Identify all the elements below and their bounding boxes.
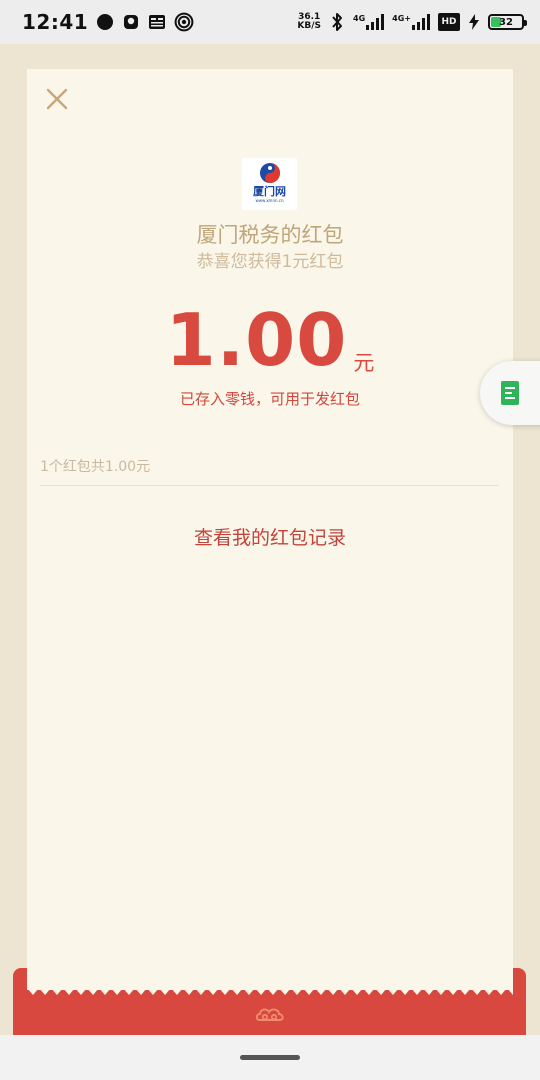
sender-name: 厦门税务的红包 (196, 223, 344, 247)
logo-url: www.xmnn.cn (255, 198, 284, 203)
signal-4g-plus: 4G+ (392, 14, 430, 30)
hd-icon: HD (438, 13, 460, 31)
amount-unit: 元 (353, 351, 375, 375)
amount-value: 1.00 (165, 298, 348, 382)
hd-label: HD (441, 17, 457, 27)
close-button[interactable] (43, 85, 71, 113)
battery-level: 32 (499, 16, 513, 28)
net-speed-unit: KB/S (297, 21, 322, 31)
signal-icon (412, 14, 430, 30)
status-right: 36.1 KB/S 4G 4G+ HD 32 (297, 12, 527, 32)
sender-avatar: 厦门网 www.xmnn.cn (242, 158, 297, 210)
red-envelope-bottom (13, 968, 526, 1035)
signal2-label: 4G+ (392, 14, 411, 23)
hotspot-icon (174, 12, 194, 32)
red-packet-card: 厦门网 www.xmnn.cn 厦门税务的红包 恭喜您获得1元红包 1.00 元… (27, 69, 513, 999)
battery-icon: 32 (488, 14, 527, 30)
signal-4g: 4G (353, 14, 385, 30)
envelope-teeth (27, 988, 513, 995)
view-records-link[interactable]: 查看我的红包记录 (27, 523, 513, 550)
deposit-note: 已存入零钱，可用于发红包 (179, 390, 360, 408)
home-gesture-handle[interactable] (240, 1055, 300, 1060)
signal1-label: 4G (353, 14, 366, 23)
status-left: 12:41 (22, 10, 194, 34)
circle-icon (97, 14, 114, 30)
status-time: 12:41 (22, 10, 89, 34)
document-icon (501, 381, 519, 405)
logo-emblem-icon (259, 163, 280, 183)
system-nav-bar (0, 1035, 540, 1080)
bluetooth-icon (332, 13, 343, 31)
amount-row: 1.00 元 (27, 299, 513, 381)
ghost-icon (124, 15, 139, 29)
net-speed: 36.1 KB/S (297, 13, 321, 31)
close-icon (46, 88, 68, 110)
envelope-flap (27, 968, 513, 990)
logo-text: 厦门网 (253, 185, 286, 198)
status-bar: 12:41 36.1 KB/S 4G 4G+ HD 32 (0, 0, 540, 44)
packet-summary: 1个红包共1.00元 (40, 456, 499, 486)
signal-icon (366, 14, 385, 30)
greeting-text: 恭喜您获得1元红包 (196, 252, 344, 272)
cloud-emblem-icon (255, 1008, 284, 1021)
news-icon (149, 15, 166, 29)
charging-icon (469, 14, 479, 30)
floating-widget-button[interactable] (480, 361, 540, 425)
